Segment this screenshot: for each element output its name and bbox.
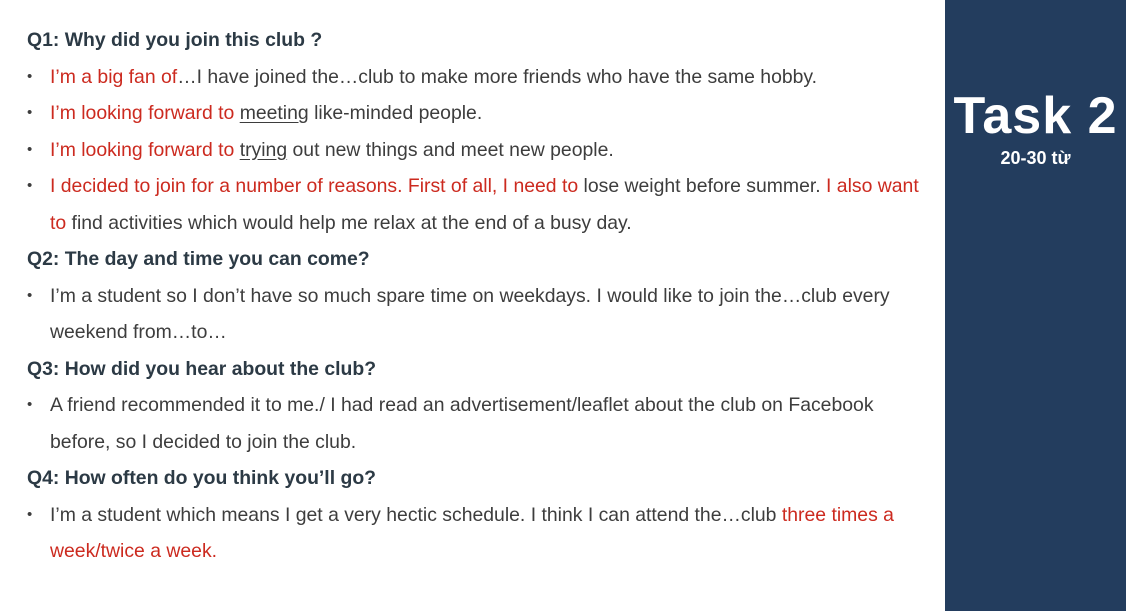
underlined-word: trying <box>239 138 288 161</box>
answer-text: out new things and meet new people. <box>287 138 614 161</box>
question-heading: Q3: How did you hear about the club? <box>27 357 377 380</box>
question-heading: Q2: The day and time you can come? <box>27 248 370 270</box>
question-heading: Q1: Why did you join this club ? <box>27 29 323 51</box>
bullet-icon: • <box>27 396 33 413</box>
answer-item: • I decided to join for a number of reaso… <box>27 168 927 241</box>
bullet-icon: • <box>27 177 33 194</box>
task-title: Task 2 <box>953 87 1118 145</box>
answer-text: find activities which would help me rela… <box>66 211 632 234</box>
answer-item: • I’m looking forward to trying out new t… <box>27 132 927 169</box>
answer-text: A friend recommended it to me./ I had re… <box>50 394 874 453</box>
answer-text: like-minded people. <box>308 102 483 124</box>
question-list: Q1: Why did you join this club ? • I’m a b… <box>27 22 927 570</box>
answer-text: I’m a student so I don’t have so much sp… <box>50 284 890 344</box>
bullet-icon: • <box>27 104 33 121</box>
highlighted-phrase: I’m a big fan of <box>50 65 178 88</box>
bullet-icon: • <box>27 505 33 523</box>
bullet-icon: • <box>27 140 33 158</box>
answer-text: lose weight before summer. <box>578 175 827 197</box>
highlighted-phrase: I’m looking forward to <box>50 138 240 161</box>
bullet-icon: • <box>27 67 33 85</box>
answer-item: • I’m a big fan of…I have joined the…club… <box>27 59 927 96</box>
bullet-icon: • <box>27 286 33 304</box>
answer-text: I’m a student which means I get a very h… <box>50 503 782 526</box>
answer-item: • I’m a student which means I get a very … <box>27 497 927 570</box>
highlighted-phrase: I’m looking forward to <box>50 102 240 124</box>
underlined-word: meeting <box>239 102 309 124</box>
task-panel: Task 2 20-30 từ <box>945 0 1126 611</box>
answer-text: …I have joined the…club to make more fri… <box>177 65 818 88</box>
task-word-count: 20-30 từ <box>1000 148 1071 168</box>
highlighted-phrase: I decided to join for a number of reason… <box>50 175 579 197</box>
question-heading: Q4: How often do you think you’ll go? <box>27 467 377 489</box>
answer-item: • A friend recommended it to me./ I had r… <box>27 387 927 460</box>
answer-item: • I’m a student so I don’t have so much s… <box>27 278 927 351</box>
answer-item: • I’m looking forward to meeting like-min… <box>27 95 927 132</box>
